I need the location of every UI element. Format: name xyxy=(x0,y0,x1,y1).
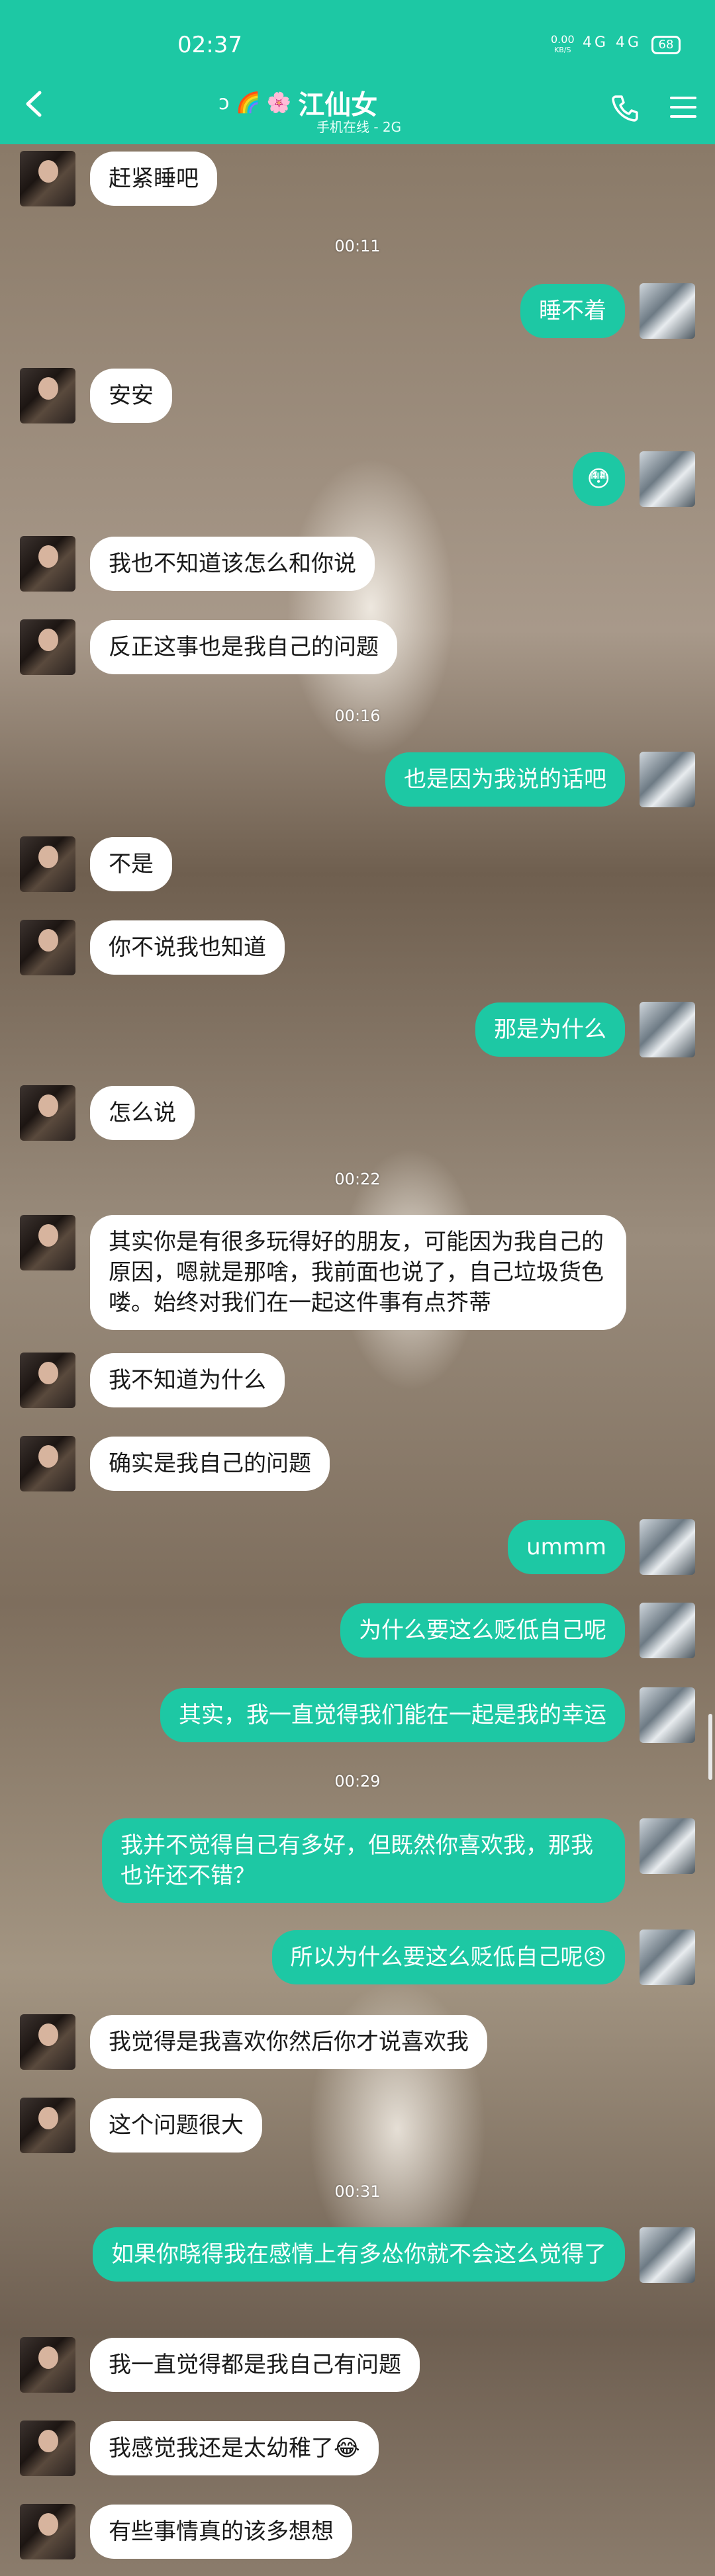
message-bubble[interactable]: 睡不着 xyxy=(520,284,625,338)
avatar[interactable] xyxy=(640,752,695,807)
message-bubble[interactable]: 反正这事也是我自己的问题 xyxy=(90,620,397,674)
message-incoming: 安安 xyxy=(20,368,172,423)
message-incoming: 有些事情真的该多想想 xyxy=(20,2504,352,2559)
timestamp: 00:16 xyxy=(334,707,381,725)
message-bubble[interactable]: 也是因为我说的话吧 xyxy=(385,752,625,807)
message-bubble[interactable]: 那是为什么 xyxy=(475,1002,625,1057)
menu-icon xyxy=(670,97,696,99)
message-incoming: 怎么说 xyxy=(20,1085,195,1141)
avatar[interactable] xyxy=(20,2098,75,2153)
message-outgoing: 所以为什么要这么贬低自己呢😣 xyxy=(271,1930,695,1985)
chat-header: ↄ 🌈 🌸 江仙女 手机在线 - 2G xyxy=(0,66,715,144)
message-bubble[interactable]: 这个问题很大 xyxy=(90,2098,262,2153)
message-bubble[interactable]: 不是 xyxy=(90,837,172,891)
message-bubble[interactable]: 为什么要这么贬低自己呢 xyxy=(340,1603,625,1658)
message-bubble[interactable]: 安安 xyxy=(90,369,172,423)
message-outgoing: 我并不觉得自己有多好，但既然你喜欢我，那我也许还不错？ xyxy=(102,1818,695,1903)
message-outgoing: 那是为什么 xyxy=(475,1002,695,1057)
scrollbar[interactable] xyxy=(708,1714,712,1780)
message-incoming: 确实是我自己的问题 xyxy=(20,1436,330,1491)
avatar[interactable] xyxy=(20,1215,75,1270)
message-bubble[interactable]: 其实你是有很多玩得好的朋友，可能因为我自己的原因，嗯就是那啥，我前面也说了，自己… xyxy=(90,1215,626,1330)
avatar[interactable] xyxy=(20,151,75,206)
message-bubble[interactable]: 我觉得是我喜欢你然后你才说喜欢我 xyxy=(90,2015,487,2069)
message-outgoing: 为什么要这么贬低自己呢 xyxy=(340,1603,695,1658)
message-bubble[interactable]: 赶紧睡吧 xyxy=(90,152,217,206)
message-bubble[interactable]: 你不说我也知道 xyxy=(90,920,285,975)
message-bubble[interactable]: 所以为什么要这么贬低自己呢😣 xyxy=(271,1930,625,1984)
message-outgoing: 睡不着 xyxy=(520,283,695,339)
avatar[interactable] xyxy=(640,283,695,339)
message-bubble[interactable]: 我不知道为什么 xyxy=(90,1353,285,1407)
message-bubble[interactable]: 我也不知道该怎么和你说 xyxy=(90,537,375,591)
message-bubble[interactable]: 我一直觉得都是我自己有问题 xyxy=(90,2338,420,2392)
message-bubble[interactable]: 怎么说 xyxy=(90,1086,195,1140)
clock: 02:37 xyxy=(177,32,242,58)
avatar[interactable] xyxy=(20,619,75,675)
message-bubble[interactable]: 确实是我自己的问题 xyxy=(90,1437,330,1491)
message-bubble[interactable]: 有些事情真的该多想想 xyxy=(90,2505,352,2559)
message-incoming: 我觉得是我喜欢你然后你才说喜欢我 xyxy=(20,2014,487,2070)
message-outgoing: 其实，我一直觉得我们能在一起是我的幸运 xyxy=(160,1687,695,1743)
message-bubble[interactable]: 😳 xyxy=(572,452,625,506)
message-incoming: 不是 xyxy=(20,836,172,892)
message-bubble[interactable]: 我感觉我还是太幼稚了😂 xyxy=(90,2421,379,2475)
timestamp: 00:11 xyxy=(334,237,381,255)
message-outgoing: 也是因为我说的话吧 xyxy=(385,752,695,807)
back-button[interactable] xyxy=(19,87,52,120)
timestamp: 00:22 xyxy=(334,1170,381,1188)
avatar[interactable] xyxy=(20,1353,75,1408)
message-incoming: 这个问题很大 xyxy=(20,2098,262,2153)
call-button[interactable] xyxy=(610,93,641,123)
battery-icon: 68 xyxy=(651,36,681,54)
message-incoming: 反正这事也是我自己的问题 xyxy=(20,619,397,675)
avatar[interactable] xyxy=(20,368,75,423)
avatar[interactable] xyxy=(20,2014,75,2070)
avatar[interactable] xyxy=(640,1603,695,1658)
network-speed: 0.00 KB/S xyxy=(551,33,575,55)
menu-button[interactable] xyxy=(670,97,696,120)
message-outgoing: 如果你晓得我在感情上有多怂你就不会这么觉得了 xyxy=(93,2227,695,2283)
message-bubble[interactable]: 其实，我一直觉得我们能在一起是我的幸运 xyxy=(160,1688,625,1742)
avatar[interactable] xyxy=(640,1519,695,1575)
avatar[interactable] xyxy=(20,2337,75,2393)
avatar[interactable] xyxy=(640,1818,695,1874)
message-incoming: 你不说我也知道 xyxy=(20,920,285,975)
status-icons: ↄ 🌈 🌸 xyxy=(218,91,292,114)
message-incoming: 其实你是有很多玩得好的朋友，可能因为我自己的原因，嗯就是那啥，我前面也说了，自己… xyxy=(20,1215,626,1330)
avatar[interactable] xyxy=(20,1436,75,1491)
message-bubble[interactable]: 我并不觉得自己有多好，但既然你喜欢我，那我也许还不错？ xyxy=(102,1818,625,1903)
online-status: 手机在线 - 2G xyxy=(316,119,402,135)
avatar[interactable] xyxy=(20,2421,75,2476)
chevron-left-icon xyxy=(26,91,42,117)
message-incoming: 我不知道为什么 xyxy=(20,1353,285,1408)
message-bubble[interactable]: ummm xyxy=(508,1520,625,1574)
avatar[interactable] xyxy=(20,836,75,892)
avatar[interactable] xyxy=(640,2227,695,2283)
avatar[interactable] xyxy=(20,920,75,975)
message-incoming: 赶紧睡吧 xyxy=(20,151,217,206)
signal-icon: 4G 4G xyxy=(583,34,642,51)
avatar[interactable] xyxy=(20,1085,75,1141)
avatar[interactable] xyxy=(20,536,75,592)
timestamp: 00:29 xyxy=(334,1772,381,1791)
avatar[interactable] xyxy=(20,2504,75,2559)
phone-icon xyxy=(612,95,638,122)
message-incoming: 我一直觉得都是我自己有问题 xyxy=(20,2337,420,2393)
message-bubble[interactable]: 如果你晓得我在感情上有多怂你就不会这么觉得了 xyxy=(93,2227,625,2282)
avatar[interactable] xyxy=(640,1930,695,1985)
message-incoming: 我感觉我还是太幼稚了😂 xyxy=(20,2421,379,2476)
avatar[interactable] xyxy=(640,1002,695,1057)
message-outgoing: ummm xyxy=(508,1519,695,1575)
avatar[interactable] xyxy=(640,1687,695,1743)
avatar[interactable] xyxy=(640,451,695,507)
timestamp: 00:31 xyxy=(334,2182,381,2201)
message-outgoing: 😳 xyxy=(572,451,695,507)
message-incoming: 我也不知道该怎么和你说 xyxy=(20,536,375,592)
